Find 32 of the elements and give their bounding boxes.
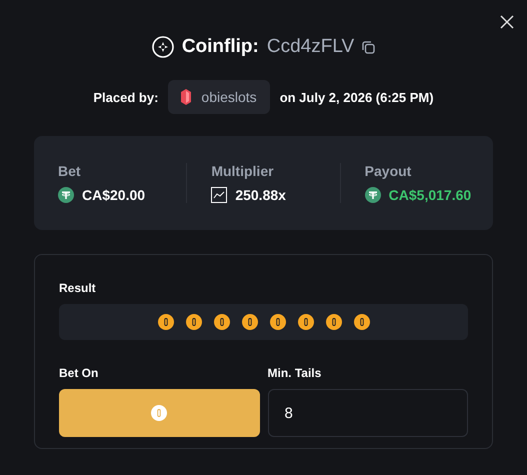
copy-icon[interactable] <box>362 40 376 54</box>
game-title: Coinflip: <box>182 36 259 58</box>
bet-id: Ccd4zFLV <box>266 36 354 58</box>
stat-label: Payout <box>364 163 412 179</box>
coin-icon <box>354 314 370 330</box>
stat-value: 250.88x <box>235 187 286 203</box>
coin-icon <box>151 405 168 421</box>
tether-icon <box>58 187 74 203</box>
result-label: Result <box>59 281 97 295</box>
placed-by-label: Placed by: <box>93 90 158 104</box>
user-chip[interactable]: obieslots <box>168 80 270 114</box>
stat-value: CA$20.00 <box>82 187 146 203</box>
min-tails-field[interactable]: 8 <box>268 389 468 437</box>
coin-icon <box>326 314 342 330</box>
close-button[interactable] <box>499 14 515 30</box>
coin-icon <box>242 314 258 330</box>
close-icon <box>499 14 515 30</box>
bet-on-label: Bet On <box>59 366 100 380</box>
coin-icon <box>214 314 230 330</box>
gem-icon <box>181 89 192 105</box>
min-tails-label: Min. Tails <box>268 366 322 380</box>
placed-date: on July 2, 2026 (6:25 PM) <box>280 90 434 104</box>
coin-icon <box>186 314 202 330</box>
stat-value: CA$5,017.60 <box>388 187 472 203</box>
chart-icon <box>211 187 228 203</box>
diamond-circle-icon <box>152 36 174 58</box>
tether-icon <box>364 187 381 203</box>
stat-label: Bet <box>58 163 82 179</box>
coin-icon <box>158 314 174 330</box>
stat-label: Multiplier <box>211 163 275 179</box>
coin-icon <box>298 314 314 330</box>
coin-icon <box>270 314 286 330</box>
